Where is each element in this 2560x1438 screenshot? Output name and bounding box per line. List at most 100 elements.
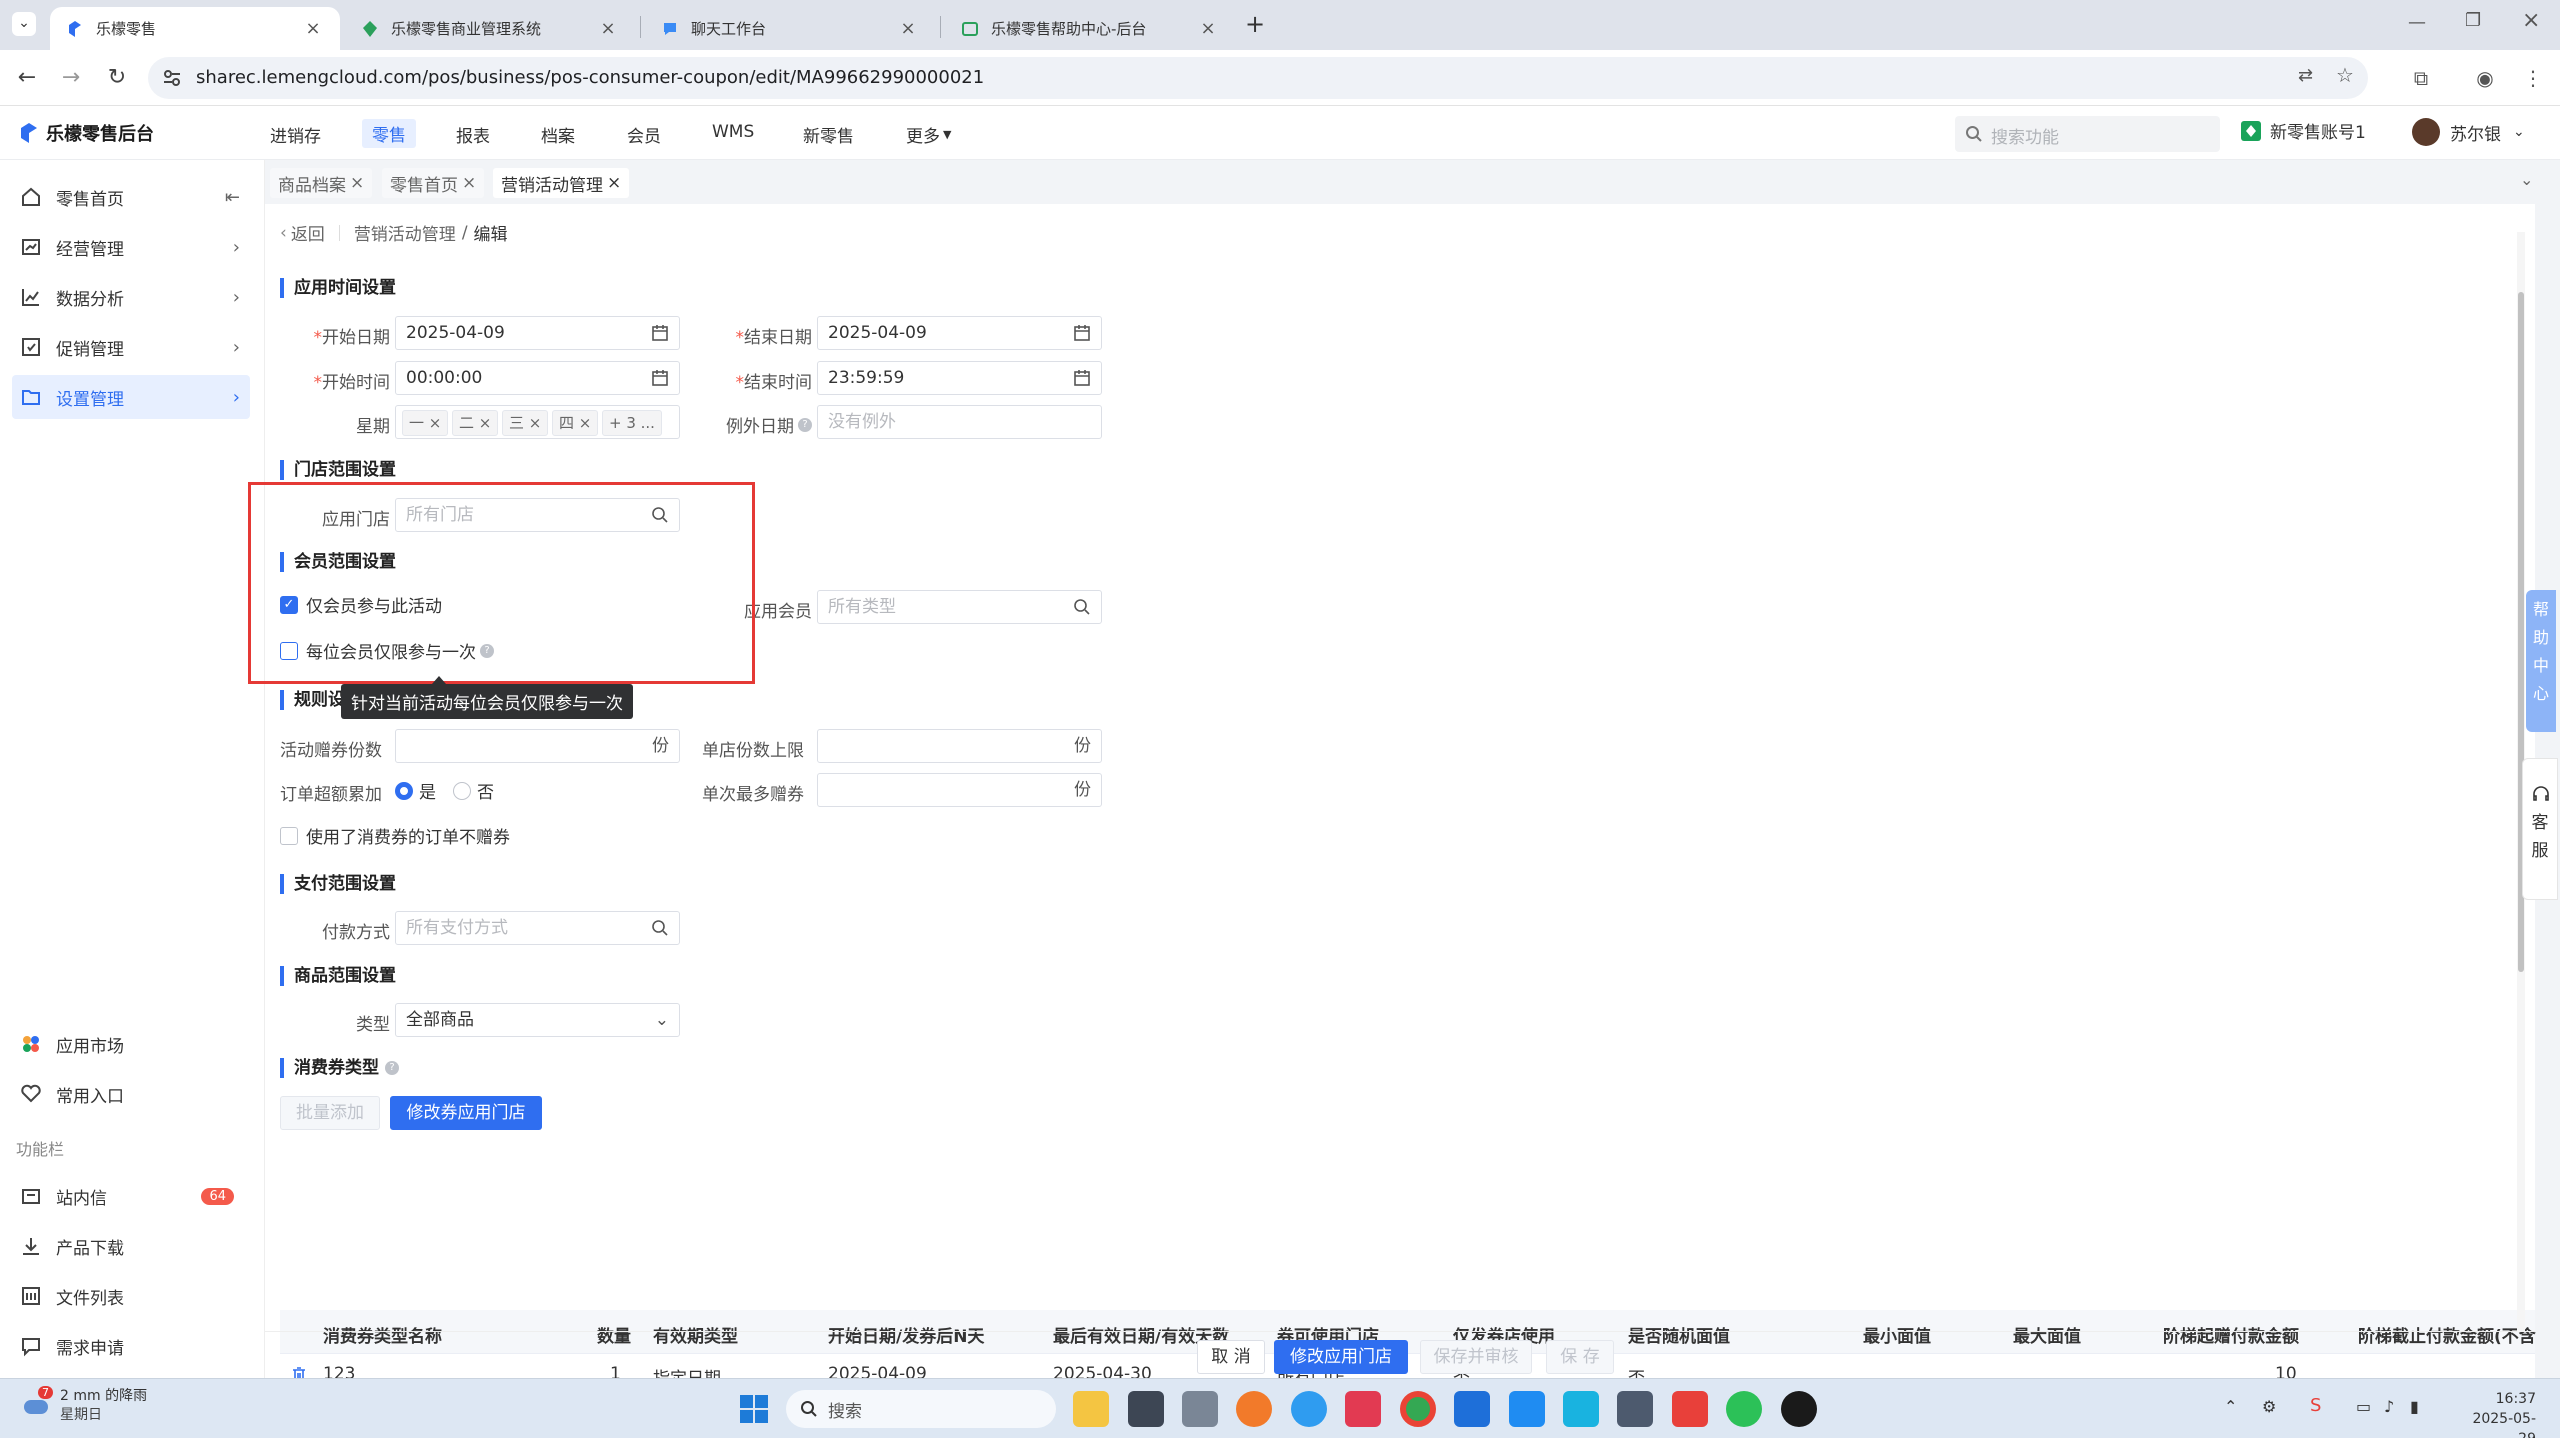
notes-app-icon[interactable] [1454,1391,1490,1427]
goods-type-select[interactable]: 全部商品 ⌄ [395,1003,680,1037]
modify-apply-store-button[interactable]: 修改应用门店 [1274,1340,1408,1374]
no-gift-checkbox[interactable]: 使用了消费券的订单不赠券 [280,823,510,848]
checkbox-box[interactable] [280,826,298,845]
browser-tab-1[interactable]: 乐檬零售商业管理系统 × [345,7,635,50]
qq-icon[interactable] [1781,1391,1817,1427]
apply-member-input[interactable]: 所有类型 [817,590,1102,624]
sidebar-item-favorites[interactable]: 常用入口 [12,1072,250,1116]
close-icon[interactable]: × [607,173,621,193]
overlay-radio-yes[interactable]: 是 [395,778,436,803]
tray-volume-icon[interactable]: ♪ [2384,1397,2394,1416]
end-date-input[interactable]: 2025-04-09 [817,316,1102,350]
calculator-icon[interactable] [1182,1391,1218,1427]
tray-chevron-up-icon[interactable]: ⌃ [2224,1397,2237,1416]
collapse-sidebar-icon[interactable]: ⇤ [225,187,240,208]
start-date-input[interactable]: 2025-04-09 [395,316,680,350]
browser-tab-3[interactable]: 乐檬零售帮助中心-后台 × [945,7,1235,50]
search-icon[interactable] [650,918,670,938]
sidebar-item-settings[interactable]: 设置管理 › [12,375,250,419]
chevron-down-icon[interactable]: ⌄ [2520,170,2533,189]
sidebar-item-inbox[interactable]: 站内信 64 [12,1174,250,1218]
sidebar-item-file-list[interactable]: 文件列表 [12,1274,250,1318]
close-icon[interactable]: × [1197,18,1219,39]
sidebar-item-download[interactable]: 产品下载 [12,1224,250,1268]
week-select[interactable]: 一 × 二 × 三 × 四 × + 3 ... [395,405,680,439]
bookmark-star-icon[interactable]: ☆ [2336,63,2354,87]
function-search[interactable]: 搜索功能 [1955,116,2220,152]
page-tab-goods[interactable]: 商品档案 × [270,168,373,198]
nav-item-new-retail[interactable]: 新零售 [803,122,854,147]
close-icon[interactable]: × [597,18,619,39]
back-icon[interactable]: ← [12,63,42,93]
forward-icon[interactable]: → [56,63,86,93]
close-icon[interactable]: × [350,173,364,193]
end-time-input[interactable]: 23:59:59 [817,361,1102,395]
url-field[interactable]: sharec.lemengcloud.com/pos/business/pos-… [148,57,2368,99]
back-link[interactable]: 返回 [291,220,325,245]
sidebar-item-request[interactable]: 需求申请 [12,1324,250,1368]
taskbar-search[interactable]: 搜索 [786,1390,1056,1428]
sidebar-item-retail-home[interactable]: 零售首页 ⇤ [12,175,250,219]
batch-add-button[interactable]: 批量添加 [280,1096,380,1130]
breadcrumb-parent[interactable]: 营销活动管理 [354,220,456,245]
chrome-icon[interactable] [1400,1391,1436,1427]
close-icon[interactable]: × [462,173,476,193]
tray-app-icon[interactable]: ⚙ [2262,1397,2276,1416]
overlay-radio-no[interactable]: 否 [453,778,494,803]
menu-icon[interactable]: ⋮ [2518,63,2548,93]
new-tab-button[interactable]: + [1245,10,1265,38]
start-time-input[interactable]: 00:00:00 [395,361,680,395]
browser-tab-2[interactable]: 聊天工作台 × [645,7,935,50]
extensions-icon[interactable]: ⧉ [2406,63,2436,93]
sidebar-item-operation[interactable]: 经营管理 › [12,225,250,269]
brand[interactable]: 乐檬零售后台 [18,120,154,146]
radio-icon[interactable] [453,781,471,800]
translate-icon[interactable]: ⇄ [2298,65,2313,86]
sidebar-item-app-market[interactable]: 应用市场 [12,1022,250,1066]
chat-app-icon[interactable] [1291,1391,1327,1427]
customer-service-float[interactable]: 客 服 [2522,758,2558,900]
feishu-icon[interactable] [1509,1391,1545,1427]
nav-item-member[interactable]: 会员 [627,122,661,147]
reload-icon[interactable]: ↻ [102,63,132,93]
weather-widget[interactable]: 7 2 mm 的降雨 星期日 [18,1386,147,1425]
sidebar-item-promotion[interactable]: 促销管理 › [12,325,250,369]
store-limit-input[interactable]: 份 [817,729,1102,763]
tab-list-button[interactable]: ⌄ [12,12,36,36]
except-date-input[interactable]: 没有例外 [817,405,1102,439]
browser-tab-0[interactable]: 乐檬零售 × [50,7,340,50]
wps-icon[interactable] [1672,1391,1708,1427]
max-once-input[interactable]: 份 [817,773,1102,807]
nav-item-more[interactable]: 更多 ▼ [906,122,951,147]
file-explorer-icon[interactable] [1073,1391,1109,1427]
save-button[interactable]: 保 存 [1546,1340,1614,1374]
page-tab-marketing[interactable]: 营销活动管理 × [493,168,630,198]
help-icon[interactable]: ? [798,417,812,432]
media-app-icon[interactable] [1345,1391,1381,1427]
tray-input-icon[interactable]: S [2310,1395,2321,1416]
close-icon[interactable]: × [897,18,919,39]
network-app-icon[interactable] [1563,1391,1599,1427]
close-icon[interactable]: × [302,18,324,39]
nav-item-inventory[interactable]: 进销存 [270,122,321,147]
firefox-icon[interactable] [1236,1391,1272,1427]
account-switcher[interactable]: 新零售账号1 [2240,118,2366,143]
nav-item-retail[interactable]: 零售 [362,119,416,148]
clock[interactable]: 16:37 2025-05-29 [2456,1389,2536,1438]
site-settings-icon[interactable] [162,68,182,88]
search-icon[interactable] [1072,597,1092,617]
save-and-audit-button[interactable]: 保存并审核 [1420,1340,1532,1374]
terminal-app-icon[interactable] [1128,1391,1164,1427]
pay-method-input[interactable]: 所有支付方式 [395,911,680,945]
user-menu[interactable]: 苏尔银 ⌄ [2412,118,2525,146]
restore-button[interactable]: ❐ [2465,10,2481,31]
profile-icon[interactable]: ◉ [2470,63,2500,93]
minimize-button[interactable]: — [2408,12,2426,33]
nav-item-report[interactable]: 报表 [456,122,490,147]
help-center-float[interactable]: 帮 助 中 心 [2526,590,2556,732]
tray-battery-icon[interactable]: ▮ [2410,1397,2419,1416]
cancel-button[interactable]: 取 消 [1197,1340,1265,1374]
window-close-button[interactable]: × [2522,8,2540,33]
sidebar-item-analytics[interactable]: 数据分析 › [12,275,250,319]
modify-coupon-store-button[interactable]: 修改券应用门店 [390,1096,542,1130]
